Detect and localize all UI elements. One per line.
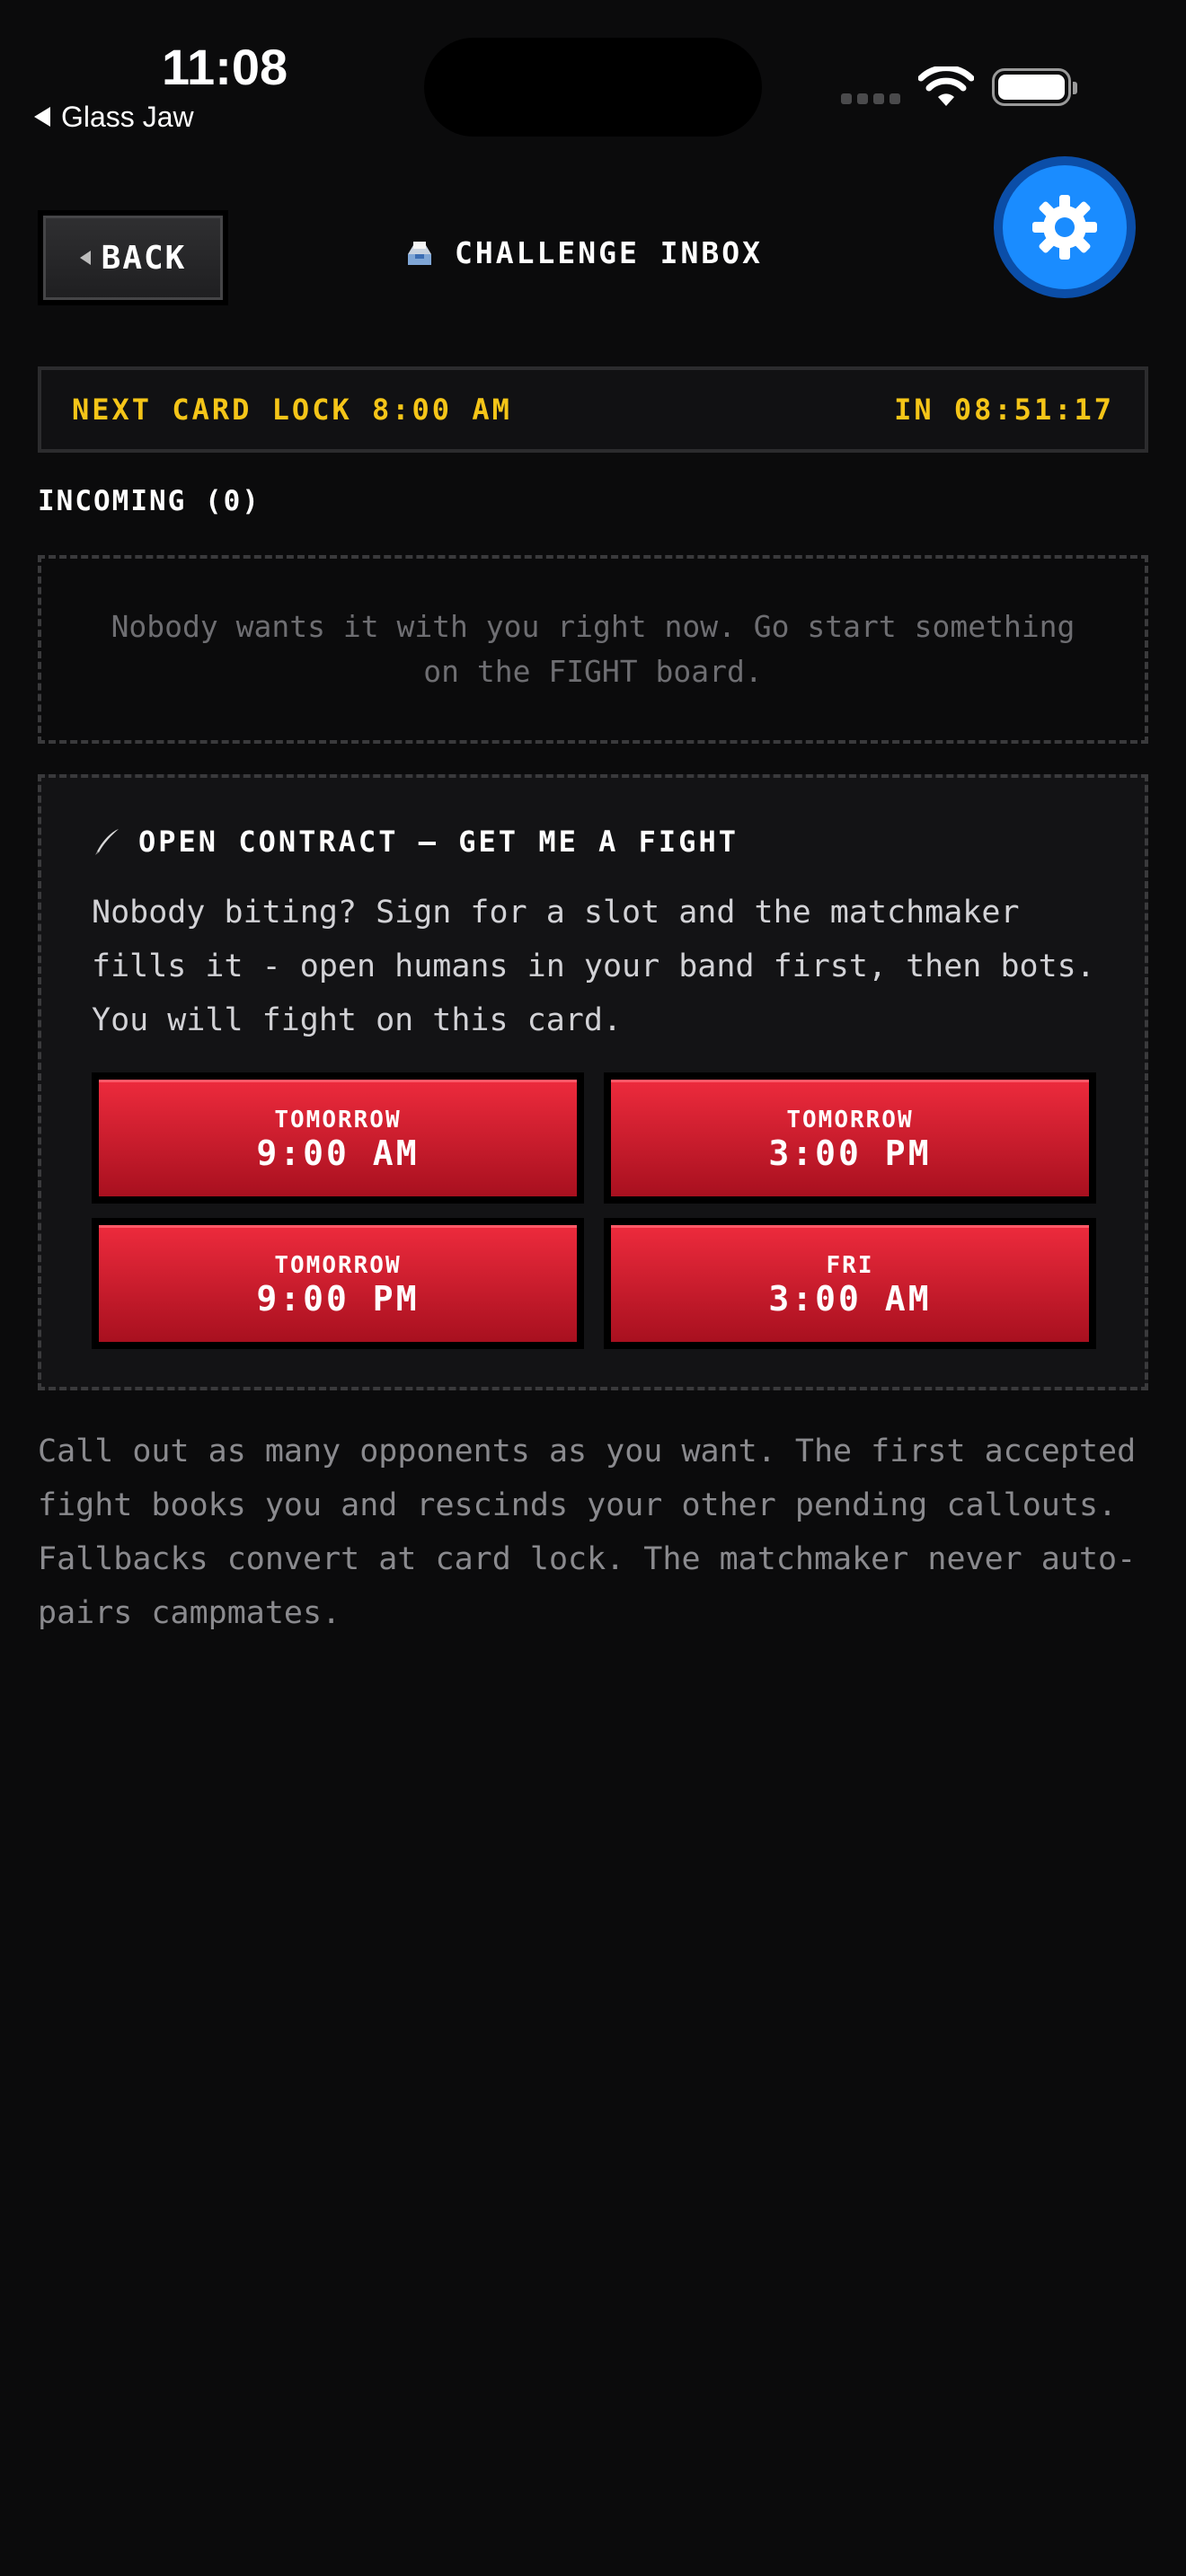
quill-icon: [95, 829, 119, 855]
slot-day: TOMORROW: [274, 1106, 402, 1134]
slot-button-tomorrow-3pm[interactable]: TOMORROW 3:00 PM: [604, 1072, 1096, 1204]
incoming-empty-state: Nobody wants it with you right now. Go s…: [38, 555, 1148, 744]
slot-day: TOMORROW: [786, 1106, 914, 1134]
page-title-text: CHALLENGE INBOX: [455, 235, 764, 270]
incoming-empty-message: Nobody wants it with you right now. Go s…: [111, 609, 1075, 689]
back-to-app-link[interactable]: Glass Jaw: [34, 99, 194, 135]
open-contract-panel: OPEN CONTRACT — GET ME A FIGHT Nobody bi…: [38, 774, 1148, 1390]
back-button[interactable]: BACK: [38, 210, 228, 305]
slot-day: FRI: [826, 1251, 874, 1279]
back-button-label: BACK: [101, 239, 187, 277]
battery-icon: [992, 68, 1077, 106]
back-app-label: Glass Jaw: [61, 101, 194, 133]
callout-rules-note: Call out as many opponents as you want. …: [38, 1434, 1137, 1631]
dynamic-island: [424, 38, 762, 137]
card-lock-banner: NEXT CARD LOCK 8:00 AM IN 08:51:17: [38, 366, 1148, 453]
slot-button-tomorrow-9am[interactable]: TOMORROW 9:00 AM: [92, 1072, 584, 1204]
gear-icon: [1032, 195, 1097, 260]
slot-day: TOMORROW: [274, 1251, 402, 1279]
card-lock-time: NEXT CARD LOCK 8:00 AM: [72, 393, 512, 427]
incoming-section-label: INCOMING (0): [38, 485, 261, 517]
open-contract-description: Nobody biting? Sign for a slot and the m…: [92, 895, 1095, 1038]
card-lock-countdown: IN 08:51:17: [894, 393, 1114, 427]
slot-time: 3:00 PM: [768, 1133, 932, 1173]
cellular-signal-icon: [841, 93, 900, 104]
status-bar-time: 11:08: [162, 39, 288, 95]
slot-button-fri-3am[interactable]: FRI 3:00 AM: [604, 1218, 1096, 1349]
open-contract-title-text: OPEN CONTRACT — GET ME A FIGHT: [138, 825, 739, 859]
wifi-icon: [918, 66, 974, 106]
slot-time: 3:00 AM: [768, 1278, 932, 1319]
slot-time: 9:00 PM: [256, 1278, 420, 1319]
slot-time: 9:00 AM: [256, 1133, 420, 1173]
page-title: CHALLENGE INBOX: [404, 235, 763, 270]
inbox-tray-icon: [408, 241, 431, 265]
settings-button[interactable]: [994, 156, 1136, 298]
open-contract-title: OPEN CONTRACT — GET ME A FIGHT: [92, 825, 739, 859]
back-arrow-icon: [34, 107, 50, 127]
chevron-left-icon: [79, 251, 91, 265]
slot-button-tomorrow-9pm[interactable]: TOMORROW 9:00 PM: [92, 1218, 584, 1349]
